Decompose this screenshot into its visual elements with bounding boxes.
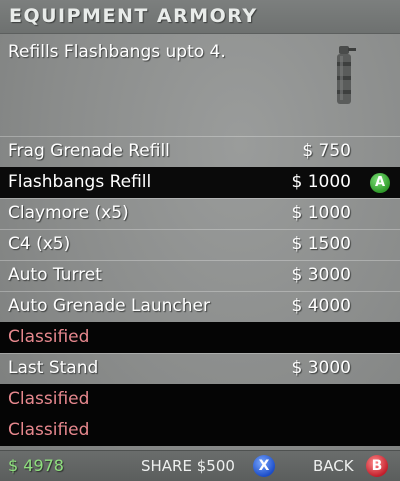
money-balance: $ 4978 (8, 456, 64, 475)
back-label[interactable]: BACK (313, 457, 354, 475)
list-item-classified[interactable]: Classified (0, 322, 400, 353)
list-item[interactable]: C4 (x5) $ 1500 (0, 229, 400, 260)
item-name: Classified (8, 327, 90, 347)
flashbang-grenade-icon (337, 46, 356, 104)
list-item[interactable]: Flashbangs Refill $ 1000 A (0, 167, 400, 198)
list-item-classified[interactable]: Classified (0, 384, 400, 415)
item-description: Refills Flashbangs upto 4. (8, 42, 226, 62)
panel-header: EQUIPMENT ARMORY (0, 0, 400, 34)
item-name: Classified (8, 389, 90, 409)
list-item[interactable]: Auto Grenade Launcher $ 4000 (0, 291, 400, 322)
item-name: Auto Grenade Launcher (8, 296, 210, 316)
armory-panel: EQUIPMENT ARMORY Refills Flashbangs upto… (0, 0, 400, 481)
list-item-classified[interactable]: Classified (0, 415, 400, 446)
list-item[interactable]: Last Stand $ 3000 (0, 353, 400, 384)
item-price: $ 1000 (291, 203, 351, 223)
b-button-icon[interactable]: B (366, 455, 388, 477)
footer-bar: $ 4978 SHARE $500 X BACK B (0, 450, 400, 481)
item-price: $ 1500 (291, 234, 351, 254)
list-item[interactable]: Auto Turret $ 3000 (0, 260, 400, 291)
x-button-icon[interactable]: X (253, 455, 275, 477)
list-item[interactable]: Claymore (x5) $ 1000 (0, 198, 400, 229)
item-price: $ 3000 (291, 265, 351, 285)
item-price: $ 3000 (291, 358, 351, 378)
item-name: Classified (8, 420, 90, 440)
panel-title: EQUIPMENT ARMORY (9, 5, 258, 27)
item-name: Auto Turret (8, 265, 102, 285)
item-name: Frag Grenade Refill (8, 141, 170, 161)
item-name: C4 (x5) (8, 234, 71, 254)
item-name: Flashbangs Refill (8, 172, 152, 192)
item-price: $ 1000 (291, 172, 351, 192)
share-label[interactable]: SHARE $500 (141, 457, 235, 475)
a-button-icon[interactable]: A (370, 173, 390, 193)
item-name: Last Stand (8, 358, 99, 378)
item-price: $ 750 (302, 141, 351, 161)
item-name: Claymore (x5) (8, 203, 129, 223)
item-price: $ 4000 (291, 296, 351, 316)
list-item[interactable]: Frag Grenade Refill $ 750 (0, 136, 400, 167)
equipment-list: Frag Grenade Refill $ 750 Flashbangs Refil… (0, 136, 400, 446)
